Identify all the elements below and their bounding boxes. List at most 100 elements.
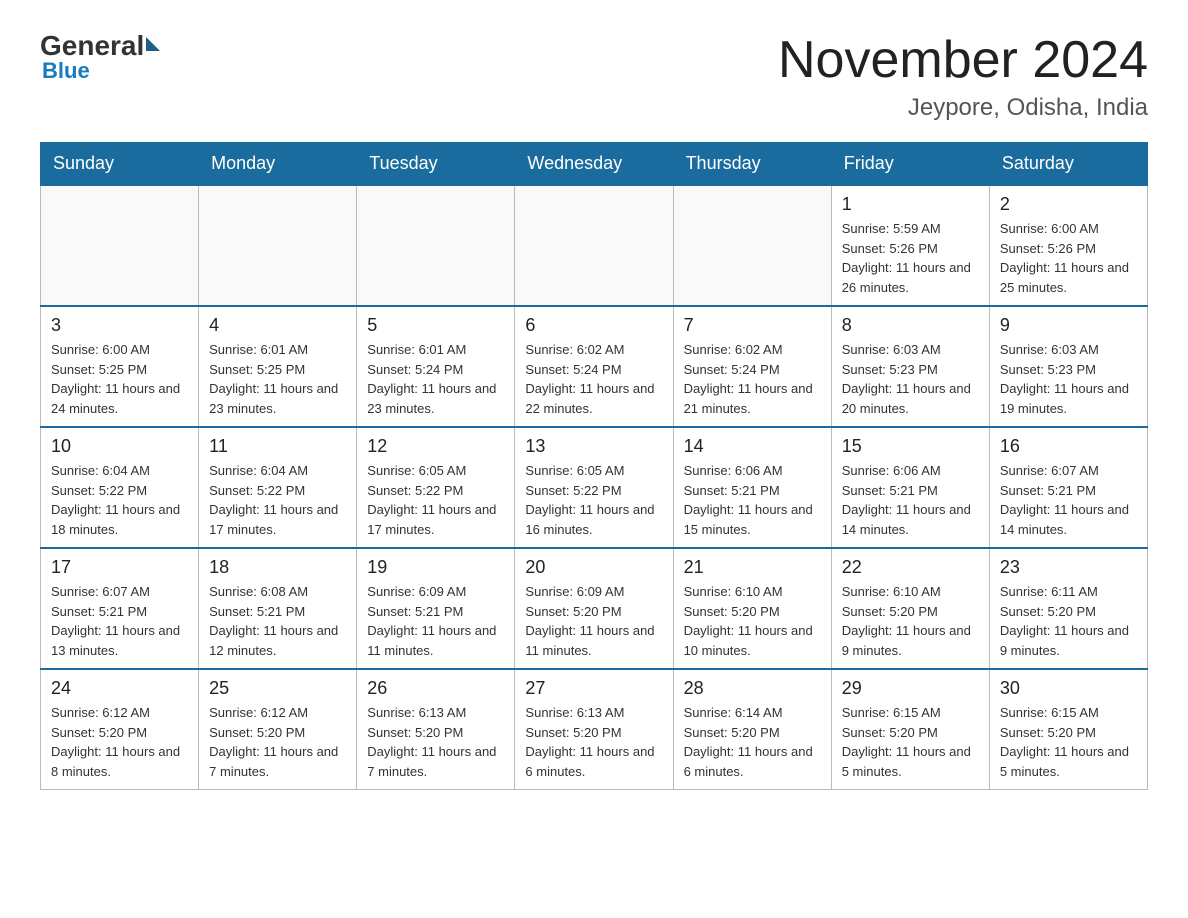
calendar-cell: 14Sunrise: 6:06 AM Sunset: 5:21 PM Dayli…: [673, 427, 831, 548]
day-number: 16: [1000, 436, 1137, 457]
calendar-cell: 5 Sunrise: 6:01 AM Sunset: 5:24 PM Daylig…: [357, 306, 515, 427]
day-info: Sunrise: 6:01 AM Sunset: 5:24 PM Dayligh…: [367, 340, 504, 418]
day-info: Sunrise: 6:02 AM Sunset: 5:24 PM Dayligh…: [684, 340, 821, 418]
calendar-table: SundayMondayTuesdayWednesdayThursdayFrid…: [40, 142, 1148, 790]
month-title: November 2024: [778, 30, 1148, 90]
day-number: 1: [842, 194, 979, 215]
calendar-cell: 10 Sunrise: 6:04 AM Sunset: 5:22 PM Dayli…: [41, 427, 199, 548]
col-header-wednesday: Wednesday: [515, 143, 673, 186]
location-title: Jeypore, Odisha, India: [778, 94, 1148, 122]
day-info: Sunrise: 6:04 AM Sunset: 5:22 PM Dayligh…: [51, 461, 188, 539]
day-number: 15: [842, 436, 979, 457]
col-header-thursday: Thursday: [673, 143, 831, 186]
calendar-cell: 26Sunrise: 6:13 AM Sunset: 5:20 PM Dayli…: [357, 669, 515, 790]
day-number: 21: [684, 557, 821, 578]
day-info: Sunrise: 6:12 AM Sunset: 5:20 PM Dayligh…: [51, 703, 188, 781]
day-number: 28: [684, 678, 821, 699]
day-number: 7: [684, 315, 821, 336]
col-header-sunday: Sunday: [41, 143, 199, 186]
day-info: Sunrise: 6:03 AM Sunset: 5:23 PM Dayligh…: [1000, 340, 1137, 418]
day-number: 20: [525, 557, 662, 578]
day-info: Sunrise: 6:05 AM Sunset: 5:22 PM Dayligh…: [367, 461, 504, 539]
calendar-cell: 11 Sunrise: 6:04 AM Sunset: 5:22 PM Dayli…: [199, 427, 357, 548]
calendar-cell: 9 Sunrise: 6:03 AM Sunset: 5:23 PM Daylig…: [989, 306, 1147, 427]
day-info: Sunrise: 6:12 AM Sunset: 5:20 PM Dayligh…: [209, 703, 346, 781]
calendar-cell: 8Sunrise: 6:03 AM Sunset: 5:23 PM Daylig…: [831, 306, 989, 427]
calendar-cell: 28 Sunrise: 6:14 AM Sunset: 5:20 PM Dayli…: [673, 669, 831, 790]
day-number: 11: [209, 436, 346, 457]
calendar-cell: 3 Sunrise: 6:00 AM Sunset: 5:25 PM Daylig…: [41, 306, 199, 427]
header-row: SundayMondayTuesdayWednesdayThursdayFrid…: [41, 143, 1148, 186]
calendar-cell: 6Sunrise: 6:02 AM Sunset: 5:24 PM Daylig…: [515, 306, 673, 427]
day-info: Sunrise: 6:06 AM Sunset: 5:21 PM Dayligh…: [842, 461, 979, 539]
calendar-cell: [357, 185, 515, 306]
day-info: Sunrise: 6:06 AM Sunset: 5:21 PM Dayligh…: [684, 461, 821, 539]
col-header-monday: Monday: [199, 143, 357, 186]
calendar-cell: 22 Sunrise: 6:10 AM Sunset: 5:20 PM Dayli…: [831, 548, 989, 669]
logo-blue: Blue: [42, 58, 90, 84]
calendar-cell: 23 Sunrise: 6:11 AM Sunset: 5:20 PM Dayli…: [989, 548, 1147, 669]
day-number: 23: [1000, 557, 1137, 578]
day-number: 22: [842, 557, 979, 578]
calendar-cell: 2 Sunrise: 6:00 AM Sunset: 5:26 PM Daylig…: [989, 185, 1147, 306]
day-number: 6: [525, 315, 662, 336]
calendar-cell: 25 Sunrise: 6:12 AM Sunset: 5:20 PM Dayli…: [199, 669, 357, 790]
day-info: Sunrise: 6:15 AM Sunset: 5:20 PM Dayligh…: [842, 703, 979, 781]
day-info: Sunrise: 6:07 AM Sunset: 5:21 PM Dayligh…: [51, 582, 188, 660]
calendar-cell: 18 Sunrise: 6:08 AM Sunset: 5:21 PM Dayli…: [199, 548, 357, 669]
day-number: 27: [525, 678, 662, 699]
day-info: Sunrise: 6:11 AM Sunset: 5:20 PM Dayligh…: [1000, 582, 1137, 660]
calendar-cell: 4Sunrise: 6:01 AM Sunset: 5:25 PM Daylig…: [199, 306, 357, 427]
day-info: Sunrise: 6:00 AM Sunset: 5:25 PM Dayligh…: [51, 340, 188, 418]
day-info: Sunrise: 6:00 AM Sunset: 5:26 PM Dayligh…: [1000, 219, 1137, 297]
title-area: November 2024 Jeypore, Odisha, India: [778, 30, 1148, 122]
calendar-cell: [515, 185, 673, 306]
day-info: Sunrise: 6:10 AM Sunset: 5:20 PM Dayligh…: [842, 582, 979, 660]
calendar-cell: 7 Sunrise: 6:02 AM Sunset: 5:24 PM Daylig…: [673, 306, 831, 427]
logo-triangle: [146, 37, 160, 51]
week-row-5: 24 Sunrise: 6:12 AM Sunset: 5:20 PM Dayli…: [41, 669, 1148, 790]
day-number: 2: [1000, 194, 1137, 215]
calendar-cell: 30Sunrise: 6:15 AM Sunset: 5:20 PM Dayli…: [989, 669, 1147, 790]
day-info: Sunrise: 6:14 AM Sunset: 5:20 PM Dayligh…: [684, 703, 821, 781]
calendar-cell: 19Sunrise: 6:09 AM Sunset: 5:21 PM Dayli…: [357, 548, 515, 669]
day-info: Sunrise: 5:59 AM Sunset: 5:26 PM Dayligh…: [842, 219, 979, 297]
day-number: 3: [51, 315, 188, 336]
calendar-cell: 13Sunrise: 6:05 AM Sunset: 5:22 PM Dayli…: [515, 427, 673, 548]
day-number: 13: [525, 436, 662, 457]
day-info: Sunrise: 6:04 AM Sunset: 5:22 PM Dayligh…: [209, 461, 346, 539]
week-row-4: 17Sunrise: 6:07 AM Sunset: 5:21 PM Dayli…: [41, 548, 1148, 669]
calendar-cell: [199, 185, 357, 306]
day-number: 8: [842, 315, 979, 336]
col-header-tuesday: Tuesday: [357, 143, 515, 186]
day-info: Sunrise: 6:01 AM Sunset: 5:25 PM Dayligh…: [209, 340, 346, 418]
day-number: 9: [1000, 315, 1137, 336]
day-info: Sunrise: 6:08 AM Sunset: 5:21 PM Dayligh…: [209, 582, 346, 660]
week-row-1: 1 Sunrise: 5:59 AM Sunset: 5:26 PM Daylig…: [41, 185, 1148, 306]
day-info: Sunrise: 6:10 AM Sunset: 5:20 PM Dayligh…: [684, 582, 821, 660]
calendar-cell: 24 Sunrise: 6:12 AM Sunset: 5:20 PM Dayli…: [41, 669, 199, 790]
day-number: 29: [842, 678, 979, 699]
week-row-3: 10 Sunrise: 6:04 AM Sunset: 5:22 PM Dayli…: [41, 427, 1148, 548]
calendar-cell: 15 Sunrise: 6:06 AM Sunset: 5:21 PM Dayli…: [831, 427, 989, 548]
day-info: Sunrise: 6:09 AM Sunset: 5:21 PM Dayligh…: [367, 582, 504, 660]
calendar-cell: 16 Sunrise: 6:07 AM Sunset: 5:21 PM Dayli…: [989, 427, 1147, 548]
day-number: 26: [367, 678, 504, 699]
day-number: 5: [367, 315, 504, 336]
day-number: 30: [1000, 678, 1137, 699]
calendar-cell: 21 Sunrise: 6:10 AM Sunset: 5:20 PM Dayli…: [673, 548, 831, 669]
calendar-cell: 27 Sunrise: 6:13 AM Sunset: 5:20 PM Dayli…: [515, 669, 673, 790]
day-info: Sunrise: 6:07 AM Sunset: 5:21 PM Dayligh…: [1000, 461, 1137, 539]
page-header: General Blue November 2024 Jeypore, Odis…: [40, 30, 1148, 122]
day-number: 24: [51, 678, 188, 699]
day-info: Sunrise: 6:09 AM Sunset: 5:20 PM Dayligh…: [525, 582, 662, 660]
day-number: 10: [51, 436, 188, 457]
col-header-friday: Friday: [831, 143, 989, 186]
col-header-saturday: Saturday: [989, 143, 1147, 186]
day-number: 25: [209, 678, 346, 699]
calendar-cell: 1 Sunrise: 5:59 AM Sunset: 5:26 PM Daylig…: [831, 185, 989, 306]
day-info: Sunrise: 6:13 AM Sunset: 5:20 PM Dayligh…: [525, 703, 662, 781]
day-number: 18: [209, 557, 346, 578]
calendar-cell: 12Sunrise: 6:05 AM Sunset: 5:22 PM Dayli…: [357, 427, 515, 548]
logo: General Blue: [40, 30, 160, 84]
